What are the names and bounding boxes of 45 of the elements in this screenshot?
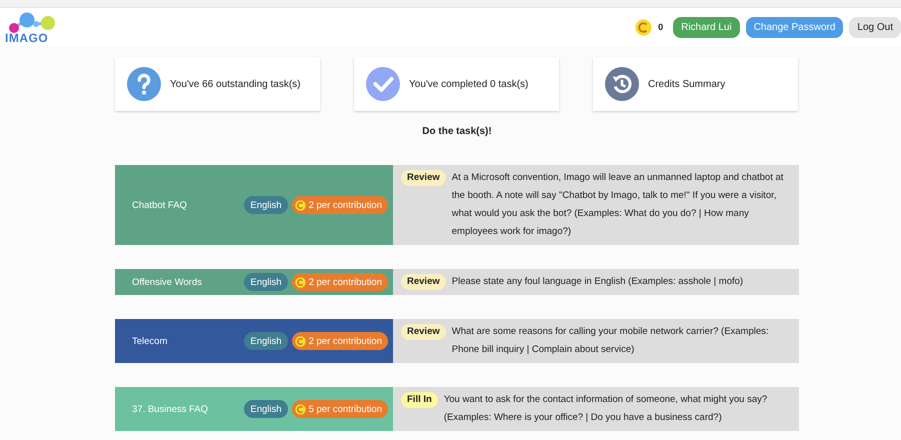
card-label: You've 66 outstanding task(s) xyxy=(170,78,301,90)
task-title: Chatbot FAQ xyxy=(132,200,187,210)
task-prompt: At a Microsoft convention, Imago will leave an unmanned laptop and chatbot at the booth. A note will say "Chatbot by Imago, talk to me!" If you were a visitor, what would you ask the bot? (Examples: What do you do? | How many employees work for imago?) xyxy=(452,171,784,239)
task-category-panel[interactable]: Telecom English 2 per contribution xyxy=(115,319,393,363)
change-password-button[interactable]: Change Password xyxy=(746,16,844,38)
coin-icon xyxy=(294,336,306,346)
reward-tag: 5 per contribution xyxy=(292,400,388,418)
coin-icon xyxy=(294,276,306,288)
task-type-tag: Fill In xyxy=(401,392,438,408)
task-type-tag: Review xyxy=(401,274,446,290)
language-tag: English xyxy=(244,400,288,418)
summary-card[interactable]: You've completed 0 task(s) xyxy=(354,57,559,111)
task-prompt: What are some reasons for calling your mobile network carrier? (Examples: Phone bill inquiry | Complain about service) xyxy=(452,325,770,357)
task-type-tag: Review xyxy=(401,324,446,340)
language-tag: English xyxy=(244,273,288,291)
reward-tag: 2 per contribution xyxy=(292,273,388,291)
card-label: Credits Summary xyxy=(648,78,726,90)
credit-count: 0 xyxy=(658,22,664,32)
task-prompt: Please state any foul language in English (Examples: asshole | mofo) xyxy=(452,275,744,289)
reward-tag: 2 per contribution xyxy=(292,196,388,214)
task-category-panel[interactable]: Chatbot FAQ English 2 per contribution xyxy=(115,165,393,245)
history-icon xyxy=(605,67,639,101)
question-icon xyxy=(127,67,161,101)
logout-button[interactable]: Log Out xyxy=(849,16,901,38)
language-tag: English xyxy=(244,332,288,350)
task-title: Telecom xyxy=(132,336,168,346)
summary-card[interactable]: You've 66 outstanding task(s) xyxy=(115,57,320,111)
section-title: Do the task(s)! xyxy=(421,126,493,137)
task-category-panel[interactable]: Offensive Words English 2 per contribution xyxy=(115,269,393,295)
logo-text: IMAGO xyxy=(5,33,50,43)
user-button[interactable]: Richard Lui xyxy=(673,16,740,38)
task-prompt: You want to ask for the contact information of someone, what might you say? (Examples: Where is your office? | Do you have a business card?) xyxy=(444,393,768,425)
logo[interactable]: IMAGO xyxy=(5,11,61,43)
task-type-tag: Review xyxy=(401,170,446,186)
card-label: You've completed 0 task(s) xyxy=(409,78,528,90)
coin-icon xyxy=(294,404,306,414)
checkmark-icon xyxy=(366,67,400,101)
coin-icon xyxy=(635,18,652,36)
task-title: Offensive Words xyxy=(132,276,202,288)
summary-card[interactable]: Credits Summary xyxy=(593,57,798,111)
reward-tag: 2 per contribution xyxy=(292,332,388,350)
task-title: 37. Business FAQ xyxy=(132,404,208,414)
coin-icon xyxy=(294,200,306,210)
language-tag: English xyxy=(244,196,288,214)
task-category-panel[interactable]: 37. Business FAQ English 5 per contribution xyxy=(115,387,393,431)
